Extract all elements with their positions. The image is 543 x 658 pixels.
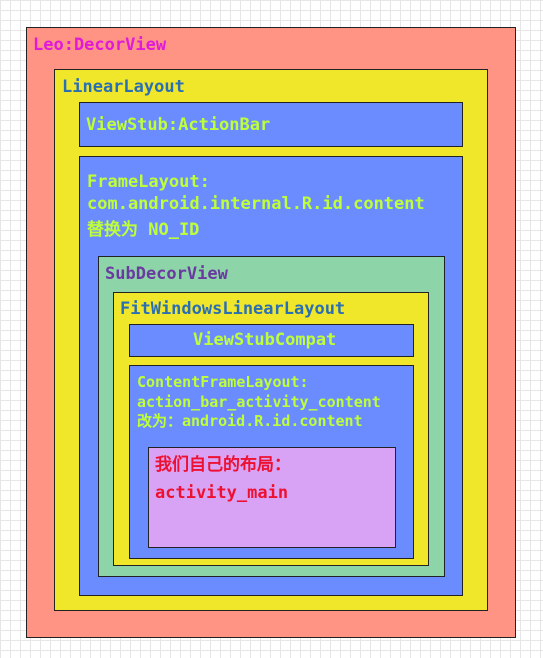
- decor-view-label: Leo:DecorView: [33, 35, 167, 55]
- fit-windows-linear-layout-label: FitWindowsLinearLayout: [120, 299, 346, 319]
- our-layout-name: activity_main: [155, 483, 289, 503]
- linear-layout-label: LinearLayout: [62, 77, 185, 97]
- frame-layout-title: FrameLayout:: [87, 172, 210, 192]
- frame-layout-note: 替换为 NO_ID: [87, 220, 200, 240]
- view-stub-action-bar-label: ViewStub:ActionBar: [86, 115, 271, 135]
- our-layout-title: 我们自己的布局：: [155, 455, 291, 475]
- frame-layout-id: com.android.internal.R.id.content: [87, 194, 425, 214]
- content-frame-layout-title: ContentFrameLayout:: [137, 373, 309, 391]
- sub-decor-view-label: SubDecorView: [105, 264, 228, 284]
- content-frame-layout-note: 改为：android.R.id.content: [137, 412, 363, 430]
- content-frame-layout-id: action_bar_activity_content: [137, 393, 381, 411]
- view-stub-compat-label: ViewStubCompat: [193, 330, 337, 350]
